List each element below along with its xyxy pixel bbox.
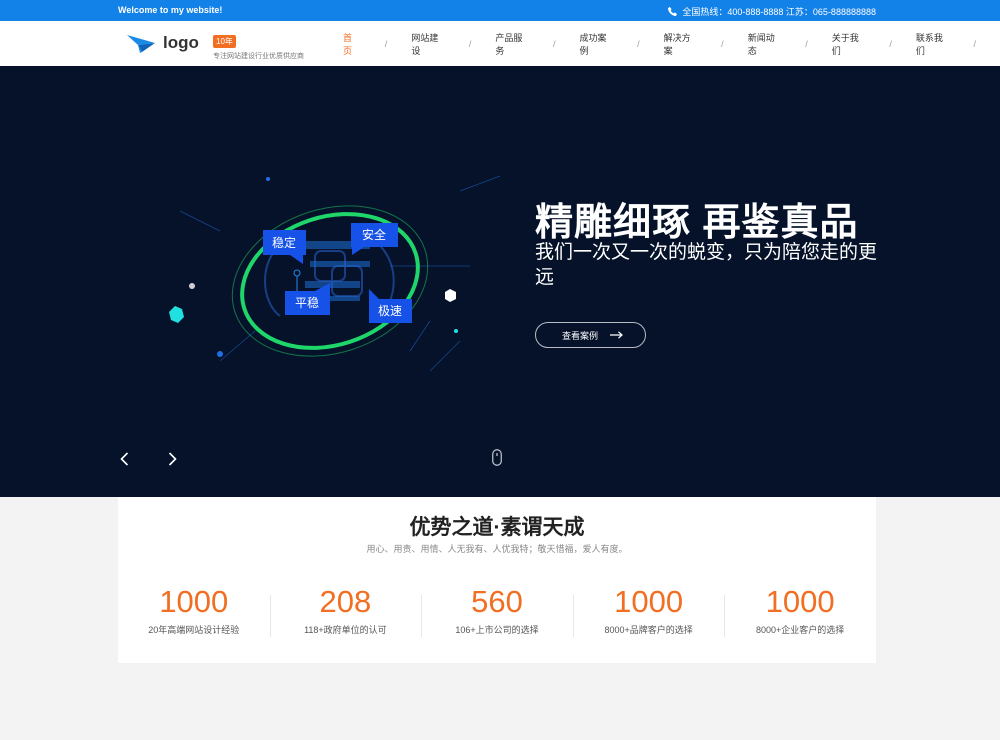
hotline: 全国热线：400-888-8888 江苏：065-888888888 [667, 5, 876, 18]
paper-plane-logo-icon[interactable] [126, 32, 156, 54]
stat-item: 208 118+政府单位的认可 [269, 584, 422, 638]
stat-item: 560 106+上市公司的选择 [421, 584, 573, 638]
advantages-title: 优势之道·素谓天成 [409, 516, 585, 539]
hero-banner: 稳定 安全 平稳 极速 精雕细琢 再鉴真品 我们一次又一次的蜕变，只为陪您走的更… [0, 66, 1000, 497]
slogan: 专注网站建设行业优质供应商 [213, 53, 304, 60]
nav-separator: / [468, 38, 472, 49]
nav-separator: / [552, 38, 556, 49]
advantages-section: 优势之道·素谓天成 用心、用责、用情、人无我有、人优我特；敬天惜福，爱人有度。 … [118, 497, 876, 663]
stat-label: 8000+品牌客户的选择 [604, 625, 693, 636]
nav-item-website-building[interactable]: 网站建设 [411, 31, 443, 57]
view-cases-label: 查看案例 [562, 330, 599, 341]
stable-badge-label: 稳定 [272, 235, 296, 250]
scroll-mouse-icon[interactable] [492, 449, 502, 466]
smooth-badge-label: 平稳 [295, 295, 319, 310]
stat-value: 1000 [765, 584, 835, 619]
fast-badge-label: 极速 [378, 304, 402, 318]
stat-item: 1000 8000+企业客户的选择 [724, 584, 876, 638]
advantages-subtitle: 用心、用责、用情、人无我有、人优我特；敬天惜福，爱人有度。 [366, 544, 628, 554]
nav-separator: / [637, 38, 640, 49]
hero-subtitle: 我们一次又一次的蜕变，只为陪您走的更远 [535, 242, 878, 288]
hotline-text: 全国热线：400-888-8888 江苏：065-888888888 [682, 7, 876, 17]
stat-value: 1000 [159, 584, 229, 619]
chevron-left-icon[interactable] [118, 451, 132, 467]
years-badge: 10年 [213, 35, 236, 48]
stat-item: 1000 20年高端网站设计经验 [118, 584, 270, 636]
chevron-right-icon[interactable] [165, 451, 179, 467]
top-bar: Welcome to my website! 全国热线：400-888-8888… [0, 0, 1000, 21]
nav-item-about[interactable]: 关于我们 [832, 31, 864, 57]
arrow-right-icon [610, 331, 623, 339]
view-cases-button[interactable]: 查看案例 [535, 322, 646, 348]
main-nav: 首页 / 网站建设 / 产品服务 / 成功案例 / 解决方案 / 新闻动态 / … [343, 21, 1000, 66]
stat-value: 208 [319, 584, 372, 619]
stat-value: 560 [471, 584, 523, 619]
stat-label: 8000+企业客户的选择 [756, 625, 845, 636]
fast-badge: 极速 [369, 289, 412, 323]
nav-separator: / [805, 38, 808, 49]
stat-label: 20年高端网站设计经验 [148, 625, 240, 636]
nav-separator: / [384, 38, 388, 49]
hero-title: 精雕细琢 再鉴真品 [535, 202, 859, 244]
nav-item-contact[interactable]: 联系我们 [916, 31, 948, 57]
nav-item-cases[interactable]: 成功案例 [580, 31, 612, 57]
logo-text[interactable]: logo [163, 33, 199, 53]
nav-item-products[interactable]: 产品服务 [495, 31, 527, 57]
secure-badge-label: 安全 [362, 227, 386, 242]
nav-separator: / [973, 38, 976, 49]
phone-icon [668, 6, 678, 17]
stat-item: 1000 8000+品牌客户的选择 [572, 584, 725, 638]
nav-separator: / [721, 38, 724, 49]
nav-item-solutions[interactable]: 解决方案 [664, 31, 696, 57]
hero-illustration: 稳定 安全 平稳 极速 [169, 175, 501, 372]
site-header: logo 10年 专注网站建设行业优质供应商 首页 / 网站建设 / 产品服务 … [0, 21, 1000, 66]
nav-separator: / [889, 38, 892, 49]
stat-value: 1000 [614, 584, 684, 619]
stat-label: 118+政府单位的认可 [304, 625, 387, 636]
stats-row: 1000 20年高端网站设计经验 208 118+政府单位的认可 560 106… [118, 584, 876, 638]
nav-item-home[interactable]: 首页 [343, 31, 359, 57]
stat-label: 106+上市公司的选择 [455, 625, 539, 636]
welcome-text: Welcome to my website! [118, 5, 223, 15]
secure-badge: 安全 [351, 223, 398, 255]
nav-item-news[interactable]: 新闻动态 [748, 31, 780, 57]
